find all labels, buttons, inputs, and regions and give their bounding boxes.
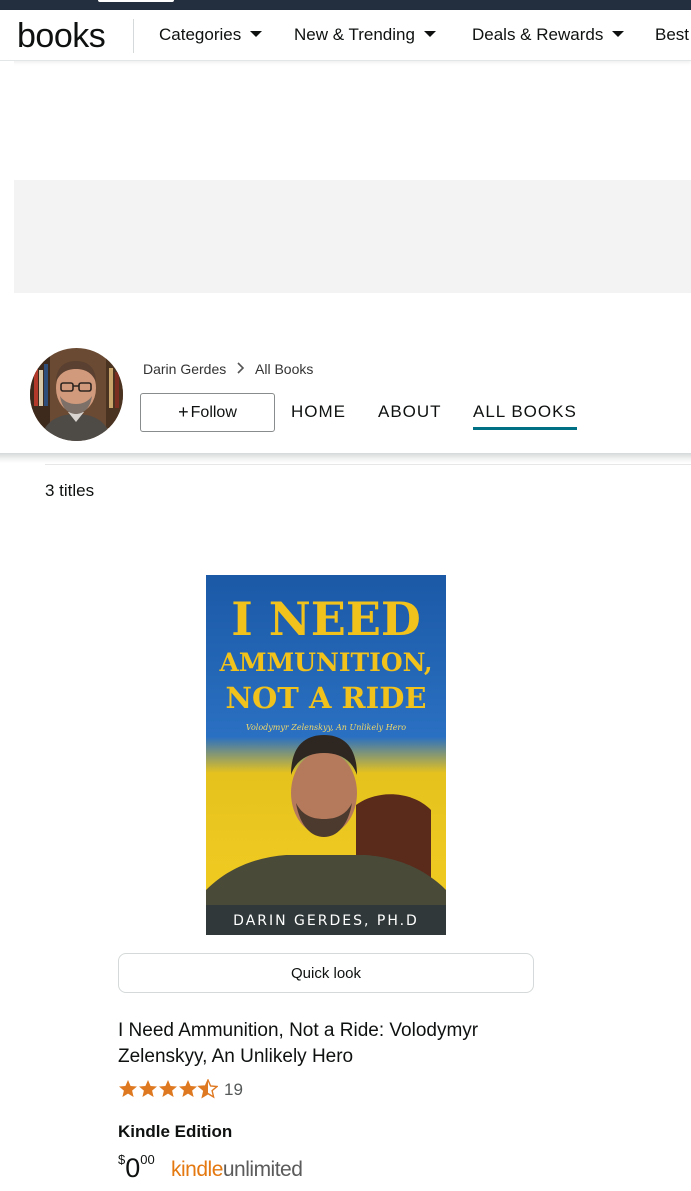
tab-about[interactable]: ABOUT	[378, 402, 442, 422]
top-strip	[0, 0, 691, 10]
author-avatar[interactable]	[30, 348, 123, 441]
cover-line2: AMMUNITION,	[218, 648, 432, 677]
top-strip-tab	[98, 0, 174, 2]
tab-all-books[interactable]: ALL BOOKS	[473, 402, 577, 422]
price: $000	[118, 1152, 155, 1184]
follow-button[interactable]: + Follow	[140, 393, 275, 432]
follow-label: Follow	[190, 403, 237, 421]
star-rating[interactable]	[118, 1079, 218, 1099]
nav-categories[interactable]: Categories	[159, 25, 263, 45]
chevron-right-icon	[237, 362, 245, 374]
breadcrumb-current[interactable]: All Books	[255, 361, 313, 377]
rating-count[interactable]: 19	[224, 1080, 243, 1100]
nav-new-trending-label: New & Trending	[294, 25, 415, 44]
nav-best[interactable]: Best	[655, 25, 689, 45]
nav-deals-rewards-label: Deals & Rewards	[472, 25, 604, 44]
half-star-icon	[198, 1079, 218, 1098]
caret-down-icon	[423, 31, 436, 37]
books-navbar: books Categories New & Trending Deals & …	[0, 10, 691, 61]
price-whole: 0	[125, 1153, 141, 1183]
author-header-shadow	[0, 453, 691, 463]
books-logo[interactable]: books	[17, 17, 106, 56]
price-fraction: 00	[140, 1152, 155, 1167]
book-title-link[interactable]: I Need Ammunition, Not a Ride: Volodymyr…	[118, 1018, 548, 1070]
cover-subtitle: Volodymyr Zelenskyy, An Unlikely Hero	[246, 723, 406, 732]
tab-home[interactable]: HOME	[291, 402, 346, 422]
plus-icon: +	[178, 402, 189, 422]
kindle-unlimited-part2: unlimited	[222, 1158, 303, 1181]
caret-down-icon	[612, 31, 625, 37]
star-icon	[159, 1080, 177, 1097]
nav-divider	[133, 19, 134, 53]
kindle-unlimited-part1: kindle	[171, 1158, 223, 1181]
results-count: 3 titles	[45, 481, 95, 500]
banner-placeholder	[14, 180, 691, 293]
active-tab-indicator	[473, 427, 577, 430]
cover-author: DARIN GERDES, PH.D	[233, 913, 419, 929]
caret-down-icon	[250, 31, 263, 37]
left-gutter	[0, 61, 14, 334]
nav-deals-rewards[interactable]: Deals & Rewards	[472, 25, 625, 45]
section-divider	[45, 464, 691, 465]
cover-line3: NOT A RIDE	[226, 681, 427, 715]
quick-look-button[interactable]: Quick look	[118, 953, 534, 993]
star-icon	[179, 1080, 197, 1097]
star-icon	[139, 1080, 157, 1097]
breadcrumb-author[interactable]: Darin Gerdes	[143, 361, 226, 377]
kindle-unlimited-logo: kindleunlimited	[171, 1158, 303, 1182]
star-icon	[119, 1080, 137, 1097]
nav-new-trending[interactable]: New & Trending	[294, 25, 436, 45]
nav-best-label: Best	[655, 25, 690, 44]
nav-categories-label: Categories	[159, 25, 242, 44]
book-cover[interactable]: I NEED AMMUNITION, NOT A RIDE Volodymyr …	[206, 575, 446, 935]
edition-link[interactable]: Kindle Edition	[118, 1122, 232, 1142]
cover-line1: I NEED	[231, 592, 421, 646]
